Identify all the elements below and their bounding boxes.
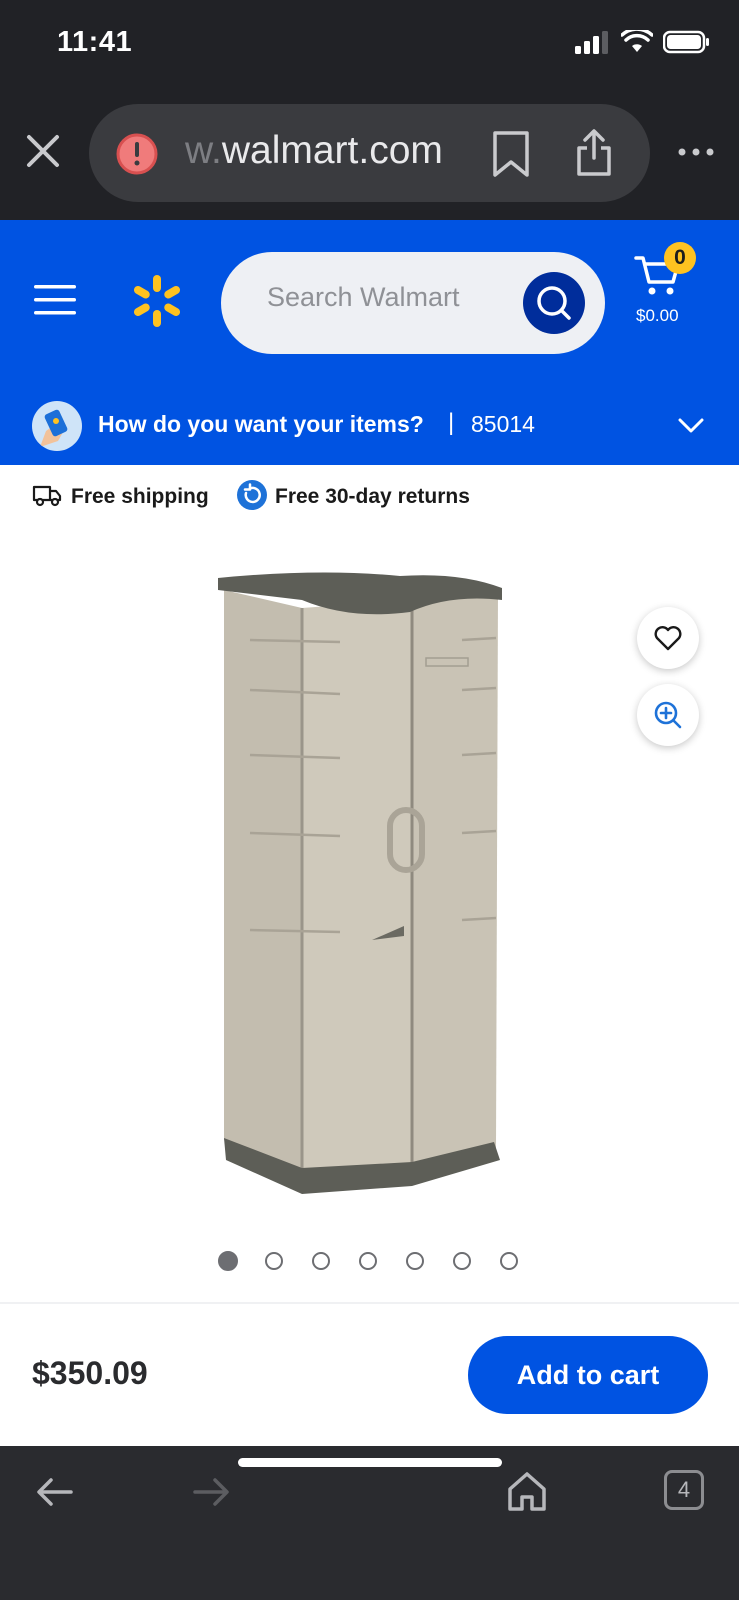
tab-count: 4	[677, 1477, 691, 1502]
bookmark-icon	[493, 131, 529, 177]
url-bar[interactable]: w.walmart.com	[89, 104, 650, 202]
image-carousel-dots	[0, 1250, 739, 1274]
product-price: $350.09	[32, 1355, 148, 1391]
spark-logo[interactable]	[130, 274, 184, 328]
product-image[interactable]	[200, 570, 530, 1200]
url-prefix: w.	[185, 129, 222, 172]
battery-icon	[662, 30, 711, 59]
free-shipping-label: Free shipping	[71, 485, 209, 508]
delivery-separator: |	[448, 409, 455, 436]
cart-total: $0.00	[636, 306, 679, 325]
close-tab-button[interactable]	[24, 132, 62, 170]
home-button[interactable]	[506, 1470, 548, 1512]
share-button[interactable]	[573, 128, 615, 178]
heart-icon	[654, 626, 682, 651]
search-icon	[537, 286, 571, 320]
cart-count-badge: 0	[664, 242, 696, 274]
status-bar: 11:41	[0, 0, 739, 90]
returns-icon	[237, 480, 267, 510]
delivery-question: How do you want your items?	[98, 411, 424, 437]
more-icon	[678, 148, 714, 156]
home-icon	[508, 1472, 546, 1511]
menu-button[interactable]	[32, 282, 78, 318]
back-arrow-icon	[37, 1478, 73, 1506]
delivery-avatar	[32, 401, 82, 451]
browser-address-bar: w.walmart.com	[0, 90, 739, 220]
carousel-dot[interactable]	[218, 1251, 238, 1271]
zoom-button[interactable]	[637, 684, 699, 746]
url-domain: walmart.com	[221, 129, 443, 172]
status-icons	[575, 27, 711, 59]
tabs-button[interactable]: 4	[664, 1470, 704, 1510]
carousel-dot[interactable]	[265, 1252, 283, 1270]
page: 11:41 w.walmart.com Search Walmart 0 $0.…	[0, 0, 739, 1600]
search-bar[interactable]	[221, 252, 605, 354]
delivery-zip: 85014	[471, 411, 535, 437]
delivery-selector[interactable]: How do you want your items? | 85014	[0, 385, 739, 465]
wifi-icon	[620, 27, 654, 59]
carousel-dot[interactable]	[453, 1252, 471, 1270]
status-time: 11:41	[57, 26, 133, 58]
perks-strip: Free shipping Free 30-day returns	[0, 465, 739, 525]
back-button[interactable]	[36, 1476, 74, 1508]
carousel-dot[interactable]	[500, 1252, 518, 1270]
add-to-cart-button[interactable]: Add to cart	[468, 1336, 708, 1414]
carousel-dot[interactable]	[406, 1252, 424, 1270]
zoom-in-icon	[654, 701, 682, 729]
truck-icon	[32, 485, 62, 507]
more-button[interactable]	[676, 132, 716, 172]
carousel-dot[interactable]	[359, 1252, 377, 1270]
carousel-dot[interactable]	[312, 1252, 330, 1270]
signal-icon	[575, 30, 611, 59]
alert-icon[interactable]	[115, 132, 159, 176]
free-returns-label: Free 30-day returns	[275, 485, 470, 508]
close-icon	[27, 135, 59, 167]
bookmark-button[interactable]	[489, 130, 533, 178]
home-indicator[interactable]	[238, 1458, 502, 1467]
favorite-button[interactable]	[637, 607, 699, 669]
search-input[interactable]	[267, 282, 507, 313]
forward-button[interactable]	[192, 1476, 230, 1508]
share-icon	[577, 129, 611, 176]
browser-toolbar: 4	[0, 1446, 739, 1600]
url-text: w.walmart.com	[185, 129, 443, 173]
forward-arrow-icon	[193, 1478, 229, 1506]
search-button[interactable]	[523, 272, 585, 334]
menu-icon	[34, 285, 76, 315]
chevron-down-icon	[678, 418, 704, 433]
cart-button[interactable]: 0 $0.00	[628, 240, 718, 340]
divider	[0, 1302, 739, 1304]
walmart-header: 0 $0.00 How do you want your items? | 85…	[0, 220, 739, 465]
